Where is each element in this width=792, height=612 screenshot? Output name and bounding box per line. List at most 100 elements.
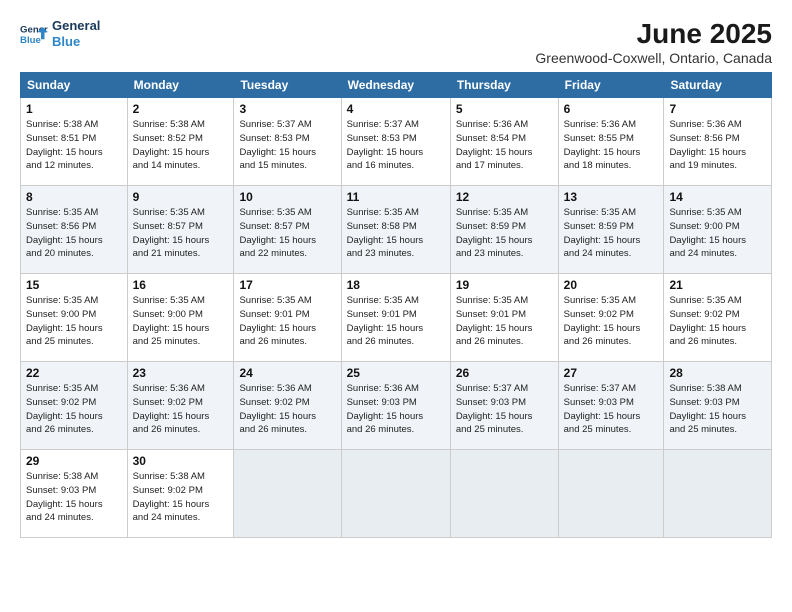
table-row: 16Sunrise: 5:35 AM Sunset: 9:00 PM Dayli… — [127, 274, 234, 362]
calendar-row: 1 Sunrise: 5:38 AM Sunset: 8:51 PM Daylig… — [21, 98, 772, 186]
day-number: 16 — [133, 278, 229, 292]
svg-text:Blue: Blue — [20, 34, 41, 45]
header-thursday: Thursday — [450, 73, 558, 98]
day-number: 28 — [669, 366, 766, 380]
day-number: 17 — [239, 278, 335, 292]
day-number: 6 — [564, 102, 659, 116]
table-row: 3 Sunrise: 5:37 AM Sunset: 8:53 PM Daylig… — [234, 98, 341, 186]
table-row: 22 Sunrise: 5:35 AM Sunset: 9:02 PM Dayli… — [21, 362, 128, 450]
day-number: 3 — [239, 102, 335, 116]
day-info: Sunrise: 5:35 AM Sunset: 9:01 PM Dayligh… — [456, 294, 553, 349]
calendar-row: 8 Sunrise: 5:35 AM Sunset: 8:56 PM Daylig… — [21, 186, 772, 274]
day-number: 13 — [564, 190, 659, 204]
table-row: 5Sunrise: 5:36 AM Sunset: 8:54 PM Daylig… — [450, 98, 558, 186]
table-row: 25 Sunrise: 5:36 AM Sunset: 9:03 PM Dayli… — [341, 362, 450, 450]
day-info: Sunrise: 5:35 AM Sunset: 8:56 PM Dayligh… — [26, 206, 122, 261]
day-number: 22 — [26, 366, 122, 380]
day-number: 21 — [669, 278, 766, 292]
table-row: 12Sunrise: 5:35 AM Sunset: 8:59 PM Dayli… — [450, 186, 558, 274]
table-row: 4 Sunrise: 5:37 AM Sunset: 8:53 PM Daylig… — [341, 98, 450, 186]
logo-icon: General Blue — [20, 20, 48, 48]
day-number: 18 — [347, 278, 445, 292]
table-row: 27 Sunrise: 5:37 AM Sunset: 9:03 PM Dayli… — [558, 362, 664, 450]
table-row — [664, 450, 772, 538]
header-saturday: Saturday — [664, 73, 772, 98]
day-number: 11 — [347, 190, 445, 204]
table-row: 7 Sunrise: 5:36 AM Sunset: 8:56 PM Daylig… — [664, 98, 772, 186]
day-info: Sunrise: 5:35 AM Sunset: 9:00 PM Dayligh… — [669, 206, 766, 261]
day-info: Sunrise: 5:35 AM Sunset: 9:02 PM Dayligh… — [26, 382, 122, 437]
day-number: 24 — [239, 366, 335, 380]
header-tuesday: Tuesday — [234, 73, 341, 98]
day-number: 2 — [133, 102, 229, 116]
day-info: Sunrise: 5:36 AM Sunset: 9:02 PM Dayligh… — [133, 382, 229, 437]
day-info: Sunrise: 5:36 AM Sunset: 9:02 PM Dayligh… — [239, 382, 335, 437]
table-row: 1 Sunrise: 5:38 AM Sunset: 8:51 PM Daylig… — [21, 98, 128, 186]
table-row: 23 Sunrise: 5:36 AM Sunset: 9:02 PM Dayli… — [127, 362, 234, 450]
day-info: Sunrise: 5:35 AM Sunset: 9:00 PM Dayligh… — [26, 294, 122, 349]
day-number: 23 — [133, 366, 229, 380]
day-info: Sunrise: 5:37 AM Sunset: 9:03 PM Dayligh… — [564, 382, 659, 437]
logo-general: General — [52, 18, 100, 34]
day-number: 8 — [26, 190, 122, 204]
header-wednesday: Wednesday — [341, 73, 450, 98]
day-info: Sunrise: 5:35 AM Sunset: 9:02 PM Dayligh… — [669, 294, 766, 349]
day-info: Sunrise: 5:35 AM Sunset: 8:57 PM Dayligh… — [239, 206, 335, 261]
day-info: Sunrise: 5:35 AM Sunset: 8:57 PM Dayligh… — [133, 206, 229, 261]
calendar-row: 15 Sunrise: 5:35 AM Sunset: 9:00 PM Dayli… — [21, 274, 772, 362]
table-row: 18Sunrise: 5:35 AM Sunset: 9:01 PM Dayli… — [341, 274, 450, 362]
table-row: 13 Sunrise: 5:35 AM Sunset: 8:59 PM Dayli… — [558, 186, 664, 274]
day-info: Sunrise: 5:38 AM Sunset: 9:03 PM Dayligh… — [26, 470, 122, 525]
day-number: 7 — [669, 102, 766, 116]
day-number: 14 — [669, 190, 766, 204]
day-number: 10 — [239, 190, 335, 204]
table-row: 21 Sunrise: 5:35 AM Sunset: 9:02 PM Dayli… — [664, 274, 772, 362]
day-info: Sunrise: 5:38 AM Sunset: 8:52 PM Dayligh… — [133, 118, 229, 173]
header-sunday: Sunday — [21, 73, 128, 98]
table-row: 9 Sunrise: 5:35 AM Sunset: 8:57 PM Daylig… — [127, 186, 234, 274]
day-info: Sunrise: 5:36 AM Sunset: 8:55 PM Dayligh… — [564, 118, 659, 173]
table-row — [341, 450, 450, 538]
day-number: 4 — [347, 102, 445, 116]
day-info: Sunrise: 5:37 AM Sunset: 8:53 PM Dayligh… — [239, 118, 335, 173]
day-number: 1 — [26, 102, 122, 116]
header: General Blue General Blue June 2025 Gree… — [20, 18, 772, 66]
table-row: 10 Sunrise: 5:35 AM Sunset: 8:57 PM Dayli… — [234, 186, 341, 274]
day-info: Sunrise: 5:37 AM Sunset: 9:03 PM Dayligh… — [456, 382, 553, 437]
calendar-row: 29 Sunrise: 5:38 AM Sunset: 9:03 PM Dayli… — [21, 450, 772, 538]
day-number: 29 — [26, 454, 122, 468]
table-row: 14 Sunrise: 5:35 AM Sunset: 9:00 PM Dayli… — [664, 186, 772, 274]
day-number: 9 — [133, 190, 229, 204]
day-number: 15 — [26, 278, 122, 292]
table-row: 19Sunrise: 5:35 AM Sunset: 9:01 PM Dayli… — [450, 274, 558, 362]
table-row: 30Sunrise: 5:38 AM Sunset: 9:02 PM Dayli… — [127, 450, 234, 538]
table-row: 11 Sunrise: 5:35 AM Sunset: 8:58 PM Dayli… — [341, 186, 450, 274]
day-info: Sunrise: 5:35 AM Sunset: 9:02 PM Dayligh… — [564, 294, 659, 349]
header-friday: Friday — [558, 73, 664, 98]
table-row: 20 Sunrise: 5:35 AM Sunset: 9:02 PM Dayli… — [558, 274, 664, 362]
page: General Blue General Blue June 2025 Gree… — [0, 0, 792, 612]
header-monday: Monday — [127, 73, 234, 98]
day-info: Sunrise: 5:38 AM Sunset: 9:03 PM Dayligh… — [669, 382, 766, 437]
calendar-row: 22 Sunrise: 5:35 AM Sunset: 9:02 PM Dayli… — [21, 362, 772, 450]
day-info: Sunrise: 5:36 AM Sunset: 8:56 PM Dayligh… — [669, 118, 766, 173]
table-row — [450, 450, 558, 538]
table-row: 24 Sunrise: 5:36 AM Sunset: 9:02 PM Dayli… — [234, 362, 341, 450]
day-info: Sunrise: 5:35 AM Sunset: 8:58 PM Dayligh… — [347, 206, 445, 261]
title-block: June 2025 Greenwood-Coxwell, Ontario, Ca… — [535, 18, 772, 66]
table-row: 29 Sunrise: 5:38 AM Sunset: 9:03 PM Dayli… — [21, 450, 128, 538]
table-row: 17 Sunrise: 5:35 AM Sunset: 9:01 PM Dayli… — [234, 274, 341, 362]
day-number: 20 — [564, 278, 659, 292]
day-info: Sunrise: 5:35 AM Sunset: 8:59 PM Dayligh… — [564, 206, 659, 261]
logo: General Blue General Blue — [20, 18, 100, 49]
day-info: Sunrise: 5:36 AM Sunset: 9:03 PM Dayligh… — [347, 382, 445, 437]
day-info: Sunrise: 5:35 AM Sunset: 9:01 PM Dayligh… — [239, 294, 335, 349]
calendar-table: Sunday Monday Tuesday Wednesday Thursday… — [20, 72, 772, 538]
day-number: 25 — [347, 366, 445, 380]
day-number: 12 — [456, 190, 553, 204]
day-number: 27 — [564, 366, 659, 380]
table-row: 8 Sunrise: 5:35 AM Sunset: 8:56 PM Daylig… — [21, 186, 128, 274]
day-info: Sunrise: 5:37 AM Sunset: 8:53 PM Dayligh… — [347, 118, 445, 173]
day-info: Sunrise: 5:38 AM Sunset: 8:51 PM Dayligh… — [26, 118, 122, 173]
table-row: 15 Sunrise: 5:35 AM Sunset: 9:00 PM Dayli… — [21, 274, 128, 362]
